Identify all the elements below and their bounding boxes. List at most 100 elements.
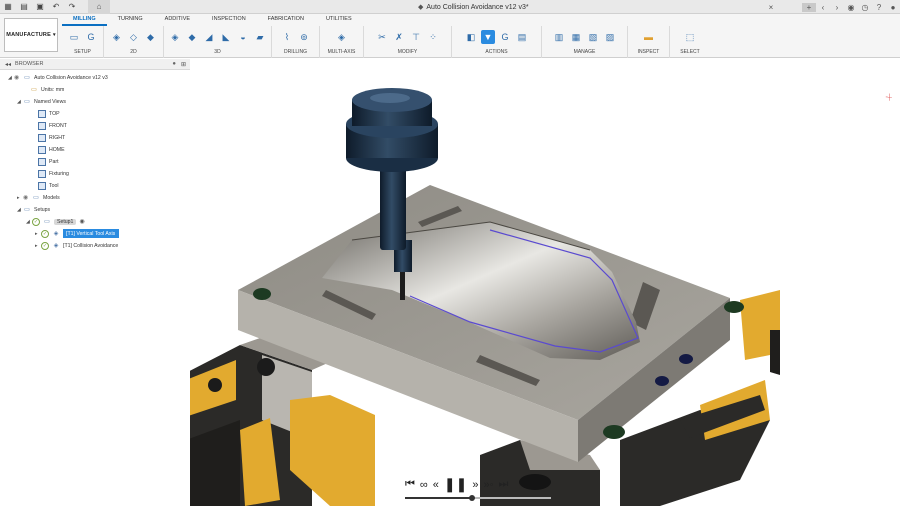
generate-icon[interactable]: ▼ bbox=[481, 30, 495, 44]
pocket-clearing-icon[interactable]: ◆ bbox=[185, 30, 199, 44]
tree-setup1-label: Setup1 bbox=[54, 218, 77, 225]
online-status-icon[interactable]: ◉ bbox=[844, 3, 858, 12]
file-icon[interactable]: ▤ bbox=[16, 0, 32, 14]
corner-hole bbox=[603, 425, 625, 439]
parallel-icon[interactable]: ▰ bbox=[253, 30, 267, 44]
tool-library-icon[interactable]: ▥ bbox=[552, 30, 566, 44]
drill-icon[interactable]: ⌇ bbox=[280, 30, 294, 44]
tool-holder-icon[interactable]: ⊤ bbox=[409, 30, 423, 44]
group-label-inspect: INSPECT bbox=[637, 49, 660, 55]
back-icon[interactable]: ‹ bbox=[816, 3, 830, 12]
tab-fabrication[interactable]: FABRICATION bbox=[257, 14, 315, 26]
2d-pocket-icon[interactable]: ◇ bbox=[127, 30, 141, 44]
tree-view-item[interactable]: Tool bbox=[38, 180, 59, 191]
named-view-icon bbox=[38, 109, 46, 118]
machine-library-icon[interactable]: ▦ bbox=[569, 30, 583, 44]
redo-icon[interactable]: ↷ bbox=[64, 0, 80, 14]
save-icon[interactable]: ▣ bbox=[32, 0, 48, 14]
loop-icon[interactable]: ∞ bbox=[420, 479, 428, 491]
group-3d[interactable]: ◈ ◆ ◢ ◣ ◒ ▰ 3D bbox=[164, 26, 272, 58]
tree-root[interactable]: ◢ ◉ ▭ Auto Collision Avoidance v12 v3 bbox=[8, 72, 108, 83]
group-label-select: SELECT bbox=[680, 49, 700, 55]
next-frame-icon[interactable]: »◦ bbox=[483, 479, 493, 491]
tree-models[interactable]: ▸ ◉ ▭ Models bbox=[17, 192, 60, 203]
group-2d[interactable]: ◈ ◇ ◆ 2D bbox=[104, 26, 164, 58]
profile-icon[interactable]: ● bbox=[886, 3, 900, 12]
group-drilling[interactable]: ⌇ ⊚ DRILLING bbox=[272, 26, 320, 58]
tree-operation[interactable]: ▸ ✓ ◈ [T1] Vertical Tool Axis bbox=[35, 228, 120, 239]
contour-icon[interactable]: ◒ bbox=[236, 30, 250, 44]
folder-icon[interactable]: ▭ bbox=[67, 30, 81, 44]
hole-icon[interactable]: ⊚ bbox=[297, 30, 311, 44]
steep-shallow-icon[interactable]: ◢ bbox=[202, 30, 216, 44]
adaptive-clearing-icon[interactable]: ◈ bbox=[168, 30, 182, 44]
setup-sheet-icon[interactable]: ▤ bbox=[515, 30, 529, 44]
tree-view-item[interactable]: Part bbox=[38, 156, 59, 167]
group-setup[interactable]: ▭ G SETUP bbox=[62, 26, 104, 58]
tree-view-item[interactable]: FRONT bbox=[38, 120, 67, 131]
scallop-icon[interactable]: ◣ bbox=[219, 30, 233, 44]
tree-view-item[interactable]: Fixturing bbox=[38, 168, 69, 179]
home-tab-icon[interactable]: ⌂ bbox=[88, 0, 110, 14]
notifications-icon[interactable]: ◷ bbox=[858, 3, 872, 12]
delete-icon[interactable]: ✗ bbox=[392, 30, 406, 44]
tree-setups[interactable]: ◢ ▭ Setups bbox=[17, 204, 50, 215]
tree-view-item[interactable]: RIGHT bbox=[38, 132, 65, 143]
document-tab[interactable]: ◆ Auto Collision Avoidance v12 v3* × bbox=[418, 0, 773, 14]
group-modify[interactable]: ✂ ✗ ⊤ ⁘ MODIFY bbox=[364, 26, 452, 58]
rewind-icon[interactable]: « bbox=[433, 479, 439, 491]
pattern-icon[interactable]: ⁘ bbox=[426, 30, 440, 44]
measure-icon[interactable]: ▬ bbox=[642, 30, 656, 44]
group-select[interactable]: ⬚ SELECT bbox=[670, 26, 710, 58]
close-tab-icon[interactable]: × bbox=[769, 3, 774, 12]
face-icon[interactable]: ◆ bbox=[144, 30, 158, 44]
pause-icon[interactable]: ❚❚ bbox=[444, 476, 467, 493]
3d-viewport[interactable] bbox=[190, 59, 900, 506]
tab-additive[interactable]: ADDITIVE bbox=[154, 14, 201, 26]
setup-g-icon[interactable]: G bbox=[84, 30, 98, 44]
tab-inspection[interactable]: INSPECTION bbox=[201, 14, 257, 26]
skip-to-start-icon[interactable]: ⏮ bbox=[405, 478, 415, 491]
group-label-multi-axis: MULTI-AXIS bbox=[327, 49, 356, 55]
tree-operation[interactable]: ▸ ✓ ◈ [T1] Collision Avoidance bbox=[35, 240, 118, 251]
tree-named-views[interactable]: ◢ ▭ Named Views bbox=[17, 96, 66, 107]
forward-icon[interactable]: › bbox=[830, 3, 844, 12]
fast-forward-icon[interactable]: » bbox=[472, 479, 478, 491]
simulate-icon[interactable]: ◧ bbox=[464, 30, 478, 44]
tab-utilities[interactable]: UTILITIES bbox=[315, 14, 363, 26]
visibility-eye-icon[interactable]: ◉ bbox=[23, 194, 32, 201]
tab-milling[interactable]: MILLING bbox=[62, 14, 107, 26]
scissors-icon[interactable]: ✂ bbox=[375, 30, 389, 44]
post-process-icon[interactable]: G bbox=[498, 30, 512, 44]
group-label-2d: 2D bbox=[130, 49, 137, 55]
view-label: TOP bbox=[49, 110, 60, 117]
browser-options-icon[interactable]: ⊞ bbox=[181, 61, 186, 68]
undo-icon[interactable]: ↶ bbox=[48, 0, 64, 14]
collapse-browser-icon[interactable]: ◂◂ bbox=[5, 61, 11, 68]
skip-to-end-icon[interactable]: ⏭ bbox=[499, 478, 509, 491]
post-library-icon[interactable]: ▨ bbox=[603, 30, 617, 44]
select-window-icon[interactable]: ⬚ bbox=[683, 30, 697, 44]
template-library-icon[interactable]: ▧ bbox=[586, 30, 600, 44]
tree-view-item[interactable]: HOME bbox=[38, 144, 65, 155]
workspace-switcher[interactable]: MANUFACTURE ▾ bbox=[4, 18, 58, 52]
tree-setup1[interactable]: ◢ ✓ ▭ Setup1 ◉ bbox=[26, 216, 85, 227]
group-actions[interactable]: ◧ ▼ G ▤ ACTIONS bbox=[452, 26, 542, 58]
group-manage[interactable]: ▥ ▦ ▧ ▨ MANAGE bbox=[542, 26, 628, 58]
help-icon[interactable]: ? bbox=[872, 3, 886, 12]
multi-axis-icon[interactable]: ◈ bbox=[335, 30, 349, 44]
tree-view-item[interactable]: TOP bbox=[38, 108, 60, 119]
playback-progress-bar[interactable] bbox=[405, 495, 551, 501]
named-view-icon bbox=[38, 145, 46, 154]
2d-adaptive-icon[interactable]: ◈ bbox=[110, 30, 124, 44]
tab-turning[interactable]: TURNING bbox=[107, 14, 154, 26]
view-label: RIGHT bbox=[49, 134, 66, 141]
units-icon: ▭ bbox=[31, 87, 37, 93]
tree-units[interactable]: ▭ Units: mm bbox=[30, 84, 64, 95]
new-tab-icon[interactable]: + bbox=[802, 2, 816, 12]
app-grid-icon[interactable]: ▦ bbox=[0, 0, 16, 14]
visibility-eye-icon[interactable]: ◉ bbox=[14, 74, 23, 81]
group-inspect[interactable]: ▬ INSPECT bbox=[628, 26, 670, 58]
group-multi-axis[interactable]: ◈ MULTI-AXIS bbox=[320, 26, 364, 58]
group-label-drilling: DRILLING bbox=[283, 49, 308, 55]
